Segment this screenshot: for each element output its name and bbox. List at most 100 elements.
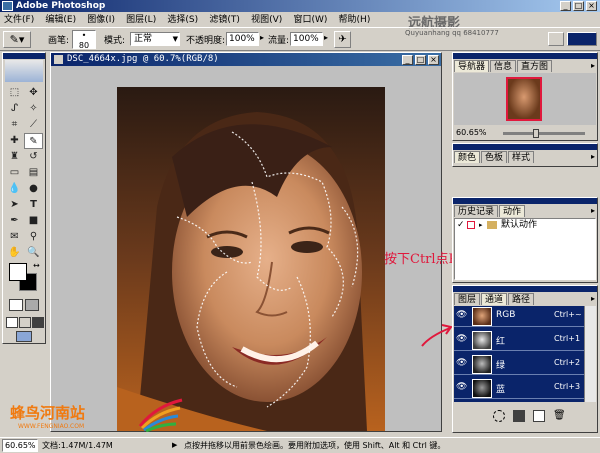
menu-image[interactable]: 图像(I) bbox=[83, 13, 119, 28]
doc-maximize-button[interactable]: □ bbox=[415, 55, 426, 65]
flow-stepper-icon[interactable]: ▸ bbox=[324, 33, 328, 42]
brush-tool-icon[interactable]: ✎▾ bbox=[3, 31, 31, 48]
eyedropper-tool-icon[interactable]: ⚲ bbox=[24, 229, 43, 245]
slice-tool-icon[interactable]: ⟋ bbox=[24, 117, 43, 133]
menu-file[interactable]: 文件(F) bbox=[0, 13, 38, 28]
navigator-preview[interactable] bbox=[454, 73, 596, 125]
status-bar: 60.65% 文档:1.47M/1.47M ▶ 点按并拖移以用前景色绘画。要用附… bbox=[0, 437, 600, 453]
path-select-tool-icon[interactable]: ➤ bbox=[5, 197, 24, 213]
gradient-tool-icon[interactable]: ▤ bbox=[24, 165, 43, 181]
channel-row-rgb[interactable]: 👁 RGB Ctrl+~ bbox=[454, 306, 592, 327]
status-zoom-value[interactable]: 60.65% bbox=[2, 439, 38, 452]
eye-icon[interactable]: 👁 bbox=[456, 310, 468, 322]
clone-stamp-tool-icon[interactable]: ♜ bbox=[5, 149, 24, 165]
minimize-button[interactable]: _ bbox=[560, 1, 571, 11]
tab-paths[interactable]: 路径 bbox=[508, 293, 535, 305]
opacity-label: 不透明度: bbox=[186, 36, 226, 46]
panel-menu-icon[interactable]: ▸ bbox=[591, 294, 595, 303]
screen-mode-full-button[interactable] bbox=[32, 317, 44, 328]
eye-icon[interactable]: 👁 bbox=[456, 334, 468, 346]
move-tool-icon[interactable]: ✥ bbox=[24, 85, 43, 101]
lasso-tool-icon[interactable]: ᔑ bbox=[5, 101, 24, 117]
hand-tool-icon[interactable]: ✋ bbox=[5, 245, 24, 261]
trash-icon[interactable]: 🗑 bbox=[553, 410, 566, 421]
crop-tool-icon[interactable]: ⌗ bbox=[5, 117, 24, 133]
menu-layer[interactable]: 图层(L) bbox=[122, 13, 160, 28]
eye-icon[interactable]: 👁 bbox=[456, 382, 468, 394]
checkmark-icon[interactable]: ✓ bbox=[457, 219, 465, 232]
tab-actions[interactable]: 动作 bbox=[499, 205, 526, 217]
shape-tool-icon[interactable]: ■ bbox=[24, 213, 43, 229]
menu-help[interactable]: 帮助(H) bbox=[335, 13, 375, 28]
tab-channels[interactable]: 通道 bbox=[481, 293, 508, 305]
doc-minimize-button[interactable]: _ bbox=[402, 55, 413, 65]
screen-mode-full-menu-button[interactable] bbox=[19, 317, 31, 328]
navigator-zoom-value[interactable]: 60.65% bbox=[456, 128, 487, 137]
action-set-row[interactable]: ✓ ▸ 默认动作 bbox=[455, 219, 595, 232]
new-channel-button[interactable] bbox=[533, 410, 545, 422]
menu-filter[interactable]: 滤镜(T) bbox=[205, 13, 244, 28]
channel-row-blue[interactable]: 👁 蓝 Ctrl+3 bbox=[454, 378, 592, 399]
tab-histogram[interactable]: 直方图 bbox=[517, 60, 553, 72]
opacity-stepper-icon[interactable]: ▸ bbox=[260, 33, 264, 42]
airbrush-button[interactable]: ✈ bbox=[334, 31, 351, 48]
dialog-toggle-icon[interactable] bbox=[467, 221, 475, 229]
tab-history[interactable]: 历史记录 bbox=[454, 205, 499, 217]
channel-row-red[interactable]: 👁 红 Ctrl+1 bbox=[454, 330, 592, 351]
menu-select[interactable]: 选择(S) bbox=[163, 13, 202, 28]
tab-color[interactable]: 颜色 bbox=[454, 151, 481, 163]
foreground-color-swatch[interactable] bbox=[9, 263, 27, 281]
document-titlebar[interactable]: DSC_4664x.jpg @ 60.7%(RGB/8) bbox=[51, 53, 441, 66]
tab-swatches[interactable]: 色板 bbox=[481, 151, 508, 163]
screen-mode-standard-button[interactable] bbox=[6, 317, 18, 328]
maximize-button[interactable]: □ bbox=[573, 1, 584, 11]
blur-tool-icon[interactable]: 💧 bbox=[5, 181, 24, 197]
dodge-tool-icon[interactable]: ● bbox=[24, 181, 43, 197]
zoom-slider-handle[interactable] bbox=[533, 129, 539, 138]
zoom-tool-icon[interactable]: 🔍 bbox=[24, 245, 43, 261]
menu-view[interactable]: 视图(V) bbox=[247, 13, 286, 28]
flow-input[interactable]: 100% bbox=[290, 32, 323, 46]
notes-tool-icon[interactable]: ✉ bbox=[5, 229, 24, 245]
panel-menu-icon[interactable]: ▸ bbox=[591, 61, 595, 70]
document-icon bbox=[54, 55, 63, 64]
expand-triangle-icon[interactable]: ▸ bbox=[479, 219, 483, 232]
tab-styles[interactable]: 样式 bbox=[508, 151, 535, 163]
swap-colors-icon[interactable]: ↔ bbox=[33, 261, 40, 270]
close-button[interactable]: × bbox=[586, 1, 597, 11]
status-menu-icon[interactable]: ▶ bbox=[172, 438, 177, 453]
brush-preset-picker[interactable]: • 80 bbox=[72, 30, 96, 50]
menu-window[interactable]: 窗口(W) bbox=[289, 13, 331, 28]
marquee-tool-icon[interactable]: ⬚ bbox=[5, 85, 24, 101]
save-selection-button[interactable] bbox=[513, 410, 525, 422]
navigator-zoom-slider[interactable] bbox=[503, 132, 585, 135]
tab-layers[interactable]: 图层 bbox=[454, 293, 481, 305]
file-browser-button[interactable] bbox=[548, 32, 564, 46]
panel-menu-icon[interactable]: ▸ bbox=[591, 206, 595, 215]
channel-row-green[interactable]: 👁 绿 Ctrl+2 bbox=[454, 354, 592, 375]
navigator-thumbnail bbox=[506, 77, 542, 121]
type-tool-icon[interactable]: T bbox=[24, 197, 43, 213]
magic-wand-tool-icon[interactable]: ✧ bbox=[24, 101, 43, 117]
quick-mask-on-button[interactable] bbox=[25, 299, 39, 311]
pen-tool-icon[interactable]: ✒ bbox=[5, 213, 24, 229]
eye-icon[interactable]: 👁 bbox=[456, 358, 468, 370]
palette-well-button[interactable] bbox=[567, 32, 597, 46]
jump-to-imageready-button[interactable] bbox=[16, 331, 32, 342]
brush-tool-icon-active[interactable]: ✎ bbox=[24, 133, 43, 149]
panel-menu-icon[interactable]: ▸ bbox=[591, 152, 595, 161]
mode-select[interactable]: 正常 ▼ bbox=[130, 32, 180, 46]
tab-info[interactable]: 信息 bbox=[490, 60, 517, 72]
channels-scrollbar[interactable] bbox=[584, 306, 596, 402]
doc-close-button[interactable]: × bbox=[428, 55, 439, 65]
toolbox-header[interactable] bbox=[3, 53, 45, 59]
quick-mask-off-button[interactable] bbox=[9, 299, 23, 311]
history-brush-tool-icon[interactable]: ↺ bbox=[24, 149, 43, 165]
menu-edit[interactable]: 编辑(E) bbox=[41, 13, 80, 28]
tab-navigator[interactable]: 导航器 bbox=[454, 60, 490, 72]
photo-canvas[interactable] bbox=[117, 87, 385, 431]
channel-selection-button[interactable] bbox=[493, 410, 505, 422]
healing-brush-tool-icon[interactable]: ✚ bbox=[5, 133, 24, 149]
eraser-tool-icon[interactable]: ▭ bbox=[5, 165, 24, 181]
opacity-input[interactable]: 100% bbox=[226, 32, 259, 46]
